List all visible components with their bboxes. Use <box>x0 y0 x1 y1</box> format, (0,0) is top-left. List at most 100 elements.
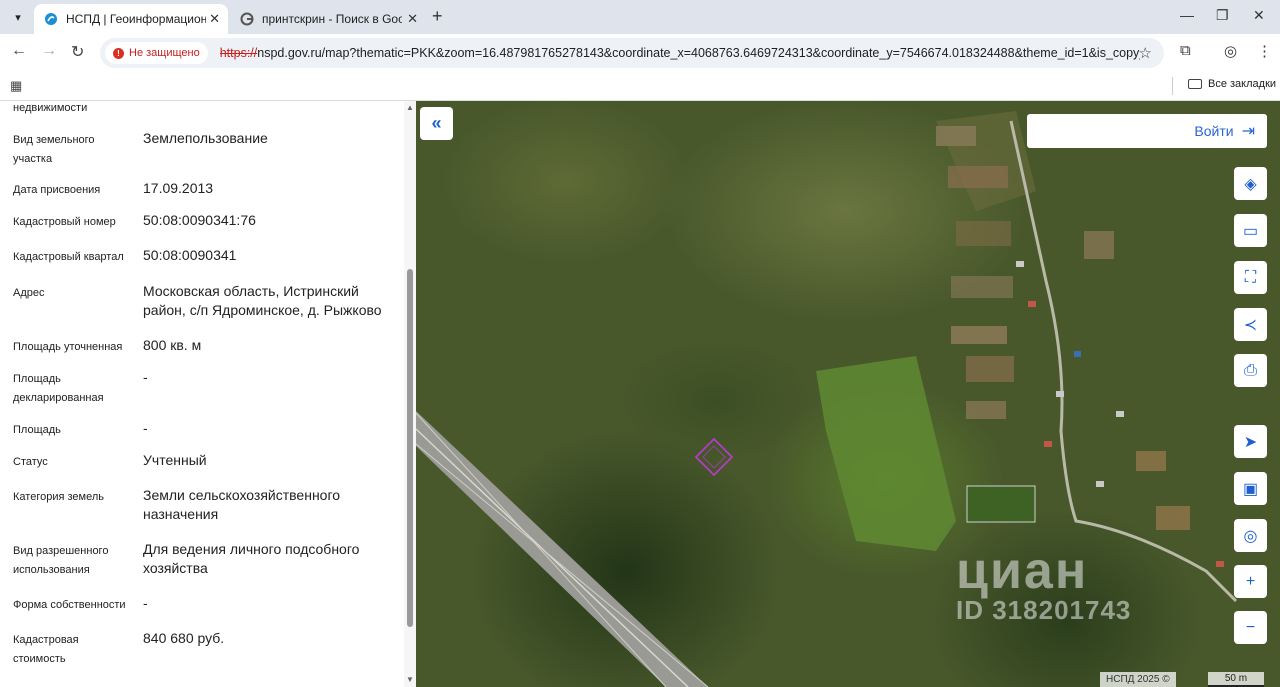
field-value: 17.09.2013 <box>143 180 214 196</box>
login-label: Войти <box>1194 123 1234 139</box>
all-bookmarks-label: Все закладки <box>1208 78 1277 90</box>
url-scheme: https:// <box>219 46 258 60</box>
field-label: Площадь <box>13 424 61 436</box>
field-value: Земли сельскохозяйственного назначения <box>143 487 341 522</box>
security-label: Не защищено <box>129 47 200 59</box>
field-label: Площадь декларированная <box>13 373 104 404</box>
nspd-favicon-icon <box>45 13 57 25</box>
map-copyright: НСПД 2025 © <box>1100 672 1176 687</box>
parcel-outline[interactable] <box>694 437 734 477</box>
watermark-brand: циан <box>956 542 1089 600</box>
tab-title: НСПД | Геоинформационный <box>66 12 206 26</box>
security-indicator[interactable]: ! Не защищено <box>105 42 208 64</box>
location-arrow-icon: ➤ <box>1243 433 1258 451</box>
printer-icon: ⎙ <box>1244 361 1257 379</box>
field-label: Кадастровый номер <box>13 216 116 228</box>
area-select-button[interactable]: ⛶ <box>1234 261 1267 294</box>
maximize-icon[interactable]: ❐ <box>1216 7 1229 24</box>
field-label: Вид разрешенного использования <box>13 545 109 576</box>
field-label: Площадь уточненная <box>13 341 123 353</box>
target-icon: ◎ <box>1243 527 1258 545</box>
print-button[interactable]: ⎙ <box>1234 354 1267 387</box>
tab-google[interactable]: принтскрин - Поиск в Google ✕ <box>230 4 426 34</box>
field-label: Кадастровый квартал <box>13 251 124 263</box>
share-icon: ≺ <box>1243 316 1258 334</box>
bookmarks-bar: ▦ Все закладки <box>0 71 1280 101</box>
map-scale-bar: 50 m <box>1208 672 1264 687</box>
minimize-icon[interactable]: — <box>1180 7 1194 23</box>
tab-title: принтскрин - Поиск в Google <box>262 12 402 26</box>
parcel-inner-outline <box>702 445 726 469</box>
minimap-button[interactable]: ▣ <box>1234 472 1267 505</box>
apps-grid-icon[interactable]: ▦ <box>10 78 22 94</box>
minimap-icon: ▣ <box>1242 480 1259 498</box>
share-button[interactable]: ≺ <box>1234 308 1267 341</box>
close-tab-icon[interactable]: ✕ <box>209 11 220 27</box>
collapse-panel-button[interactable]: « <box>420 107 453 140</box>
url-rest: nspd.gov.ru/map?thematic=PKK&zoom=16.487… <box>257 46 1140 60</box>
field-value: 800 кв. м <box>143 337 202 353</box>
tab-search-menu-button[interactable]: ▾ <box>6 5 30 29</box>
layers-icon: ◈ <box>1244 175 1257 193</box>
geolocation-button[interactable]: ➤ <box>1234 425 1267 458</box>
close-window-icon[interactable]: ✕ <box>1253 7 1265 24</box>
url-text[interactable]: https://nspd.gov.ru/map?thematic=PKK&zoo… <box>220 46 1140 60</box>
login-button[interactable]: Войти ⇥ <box>1027 114 1267 148</box>
field-label: Кадастровая стоимость <box>13 634 79 665</box>
field-value: Московская область, Истринский район, с/… <box>143 283 382 318</box>
forward-icon[interactable]: → <box>41 42 57 60</box>
map-imagery <box>416 111 1238 687</box>
tab-strip: ▾ НСПД | Геоинформационный ✕ принтскрин … <box>0 0 1280 34</box>
login-arrow-icon: ⇥ <box>1241 123 1255 140</box>
zoom-in-button[interactable]: + <box>1234 565 1267 598</box>
field-value: 50:08:0090341:76 <box>143 212 256 228</box>
ruler-icon: ▭ <box>1242 222 1259 240</box>
more-menu-icon[interactable]: ⋮ <box>1257 42 1272 60</box>
address-bar[interactable]: ! Не защищено https://nspd.gov.ru/map?th… <box>100 38 1164 68</box>
field-label-partial: недвижимости <box>13 102 88 114</box>
search-location-button[interactable]: ◎ <box>1234 519 1267 552</box>
field-label: Дата присвоения <box>13 184 101 196</box>
scrollbar-thumb[interactable] <box>407 269 413 627</box>
field-label: Форма собственности <box>13 599 126 611</box>
watermark-id: ID 318201743 <box>956 595 1132 625</box>
google-favicon-icon <box>240 12 254 26</box>
field-label: Вид земельного участка <box>13 134 95 165</box>
scroll-down-icon[interactable]: ▼ <box>406 675 414 684</box>
field-value: - <box>143 595 148 611</box>
close-tab-icon[interactable]: ✕ <box>407 11 418 27</box>
field-value: Землепользование <box>143 130 268 146</box>
layers-button[interactable]: ◈ <box>1234 167 1267 200</box>
folder-icon <box>1188 79 1202 89</box>
browser-toolbar: ← → ↻ ! Не защищено https://nspd.gov.ru/… <box>0 34 1280 71</box>
satellite-map[interactable]: « Войти ⇥ ◈ ▭ ⛶ ≺ ⎙ ➤ ▣ ◎ + − циан ID 31… <box>416 101 1280 687</box>
back-icon[interactable]: ← <box>11 42 27 60</box>
field-value: 840 680 руб. <box>143 630 225 646</box>
ruler-button[interactable]: ▭ <box>1234 214 1267 247</box>
new-tab-icon[interactable]: + <box>432 6 443 27</box>
cian-watermark: циан ID 318201743 <box>956 541 1131 626</box>
field-label: Адрес <box>13 287 45 299</box>
bookmarks-divider <box>1172 77 1173 95</box>
extensions-icon[interactable]: ⧉ <box>1180 42 1191 59</box>
field-value: - <box>143 420 148 436</box>
field-value: Для ведения личного подсобного хозяйства <box>143 541 360 576</box>
plus-icon: + <box>1245 572 1256 590</box>
all-bookmarks-button[interactable]: Все закладки <box>1188 78 1276 90</box>
bookmark-star-icon[interactable]: ☆ <box>1139 44 1152 62</box>
zoom-out-button[interactable]: − <box>1234 611 1267 644</box>
tab-nspd[interactable]: НСПД | Геоинформационный ✕ <box>34 4 228 34</box>
field-label: Категория земель <box>13 491 104 503</box>
warning-icon: ! <box>113 47 124 59</box>
profile-icon[interactable]: ◎ <box>1224 42 1237 60</box>
reload-icon[interactable]: ↻ <box>71 42 84 62</box>
field-value: 50:08:0090341 <box>143 247 237 263</box>
minus-icon: − <box>1245 618 1256 636</box>
parcel-info-panel: недвижимости Вид земельного участка Земл… <box>0 101 416 687</box>
scroll-up-icon[interactable]: ▲ <box>406 103 414 112</box>
field-value: - <box>143 369 148 385</box>
selection-icon: ⛶ <box>1244 268 1257 286</box>
field-value: Учтенный <box>143 452 207 468</box>
panel-scrollbar[interactable]: ▲ ▼ <box>404 101 416 687</box>
field-label: Статус <box>13 456 48 468</box>
